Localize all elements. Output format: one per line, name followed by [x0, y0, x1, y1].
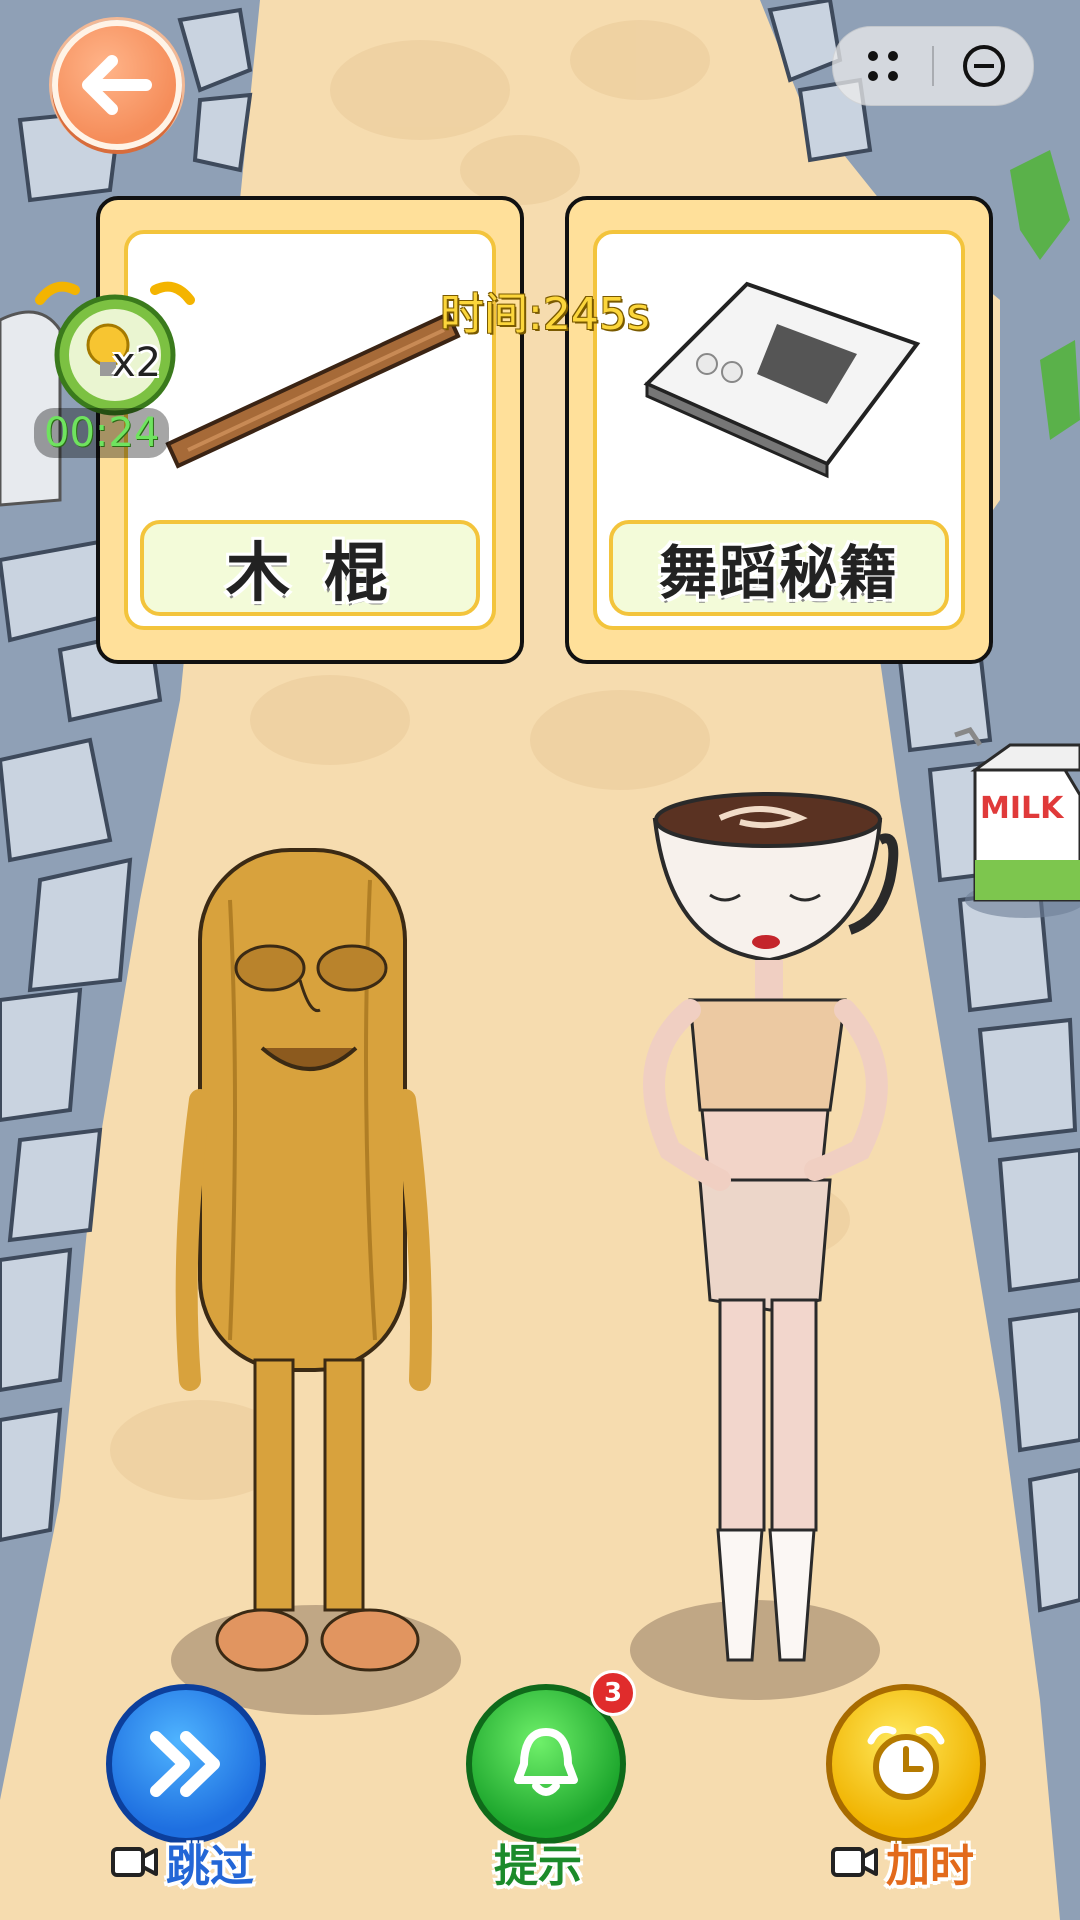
card-label: 木 棍: [225, 537, 395, 611]
bell-icon: [514, 1728, 578, 1796]
card-label: 舞蹈秘籍: [658, 539, 899, 607]
card-label-box: 舞蹈秘籍: [609, 520, 949, 616]
hint-time: 00:24: [34, 408, 170, 458]
item-card-dance-book[interactable]: 舞蹈秘籍: [565, 196, 993, 664]
svg-text:MILK: MILK: [980, 791, 1065, 826]
card-label-box: 木 棍: [140, 520, 480, 616]
skip-label[interactable]: 跳过: [110, 1830, 254, 1894]
video-ad-icon: [831, 1847, 878, 1877]
mini-program-capsule: [832, 26, 1034, 106]
skip-label-text: 跳过: [166, 1841, 254, 1892]
close-mini-program-button[interactable]: [934, 27, 1033, 105]
hint-label-text: 提示: [494, 1841, 582, 1892]
countdown-timer: 时间:245s: [440, 289, 650, 340]
add-time-label[interactable]: 加时: [830, 1830, 974, 1894]
video-ad-icon: [111, 1847, 158, 1877]
double-chevron-right-icon: [150, 1731, 220, 1797]
close-circle-icon: [962, 45, 1005, 87]
add-time-label-text: 加时: [886, 1841, 974, 1892]
more-dots-icon: [867, 51, 898, 81]
arrow-left-icon: [82, 55, 152, 115]
hint-badge: 3: [590, 1670, 636, 1716]
add-time-button[interactable]: [826, 1684, 986, 1844]
dance-book-icon: [643, 281, 921, 479]
hint-label[interactable]: 提示: [494, 1830, 582, 1894]
hint-clock-widget[interactable]: x2 00:24: [30, 280, 200, 460]
hint-count: x2: [112, 340, 162, 386]
more-menu-button[interactable]: [833, 27, 932, 105]
back-button[interactable]: [52, 20, 182, 150]
alarm-clock-icon: [867, 1725, 945, 1800]
skip-button[interactable]: [106, 1684, 266, 1844]
